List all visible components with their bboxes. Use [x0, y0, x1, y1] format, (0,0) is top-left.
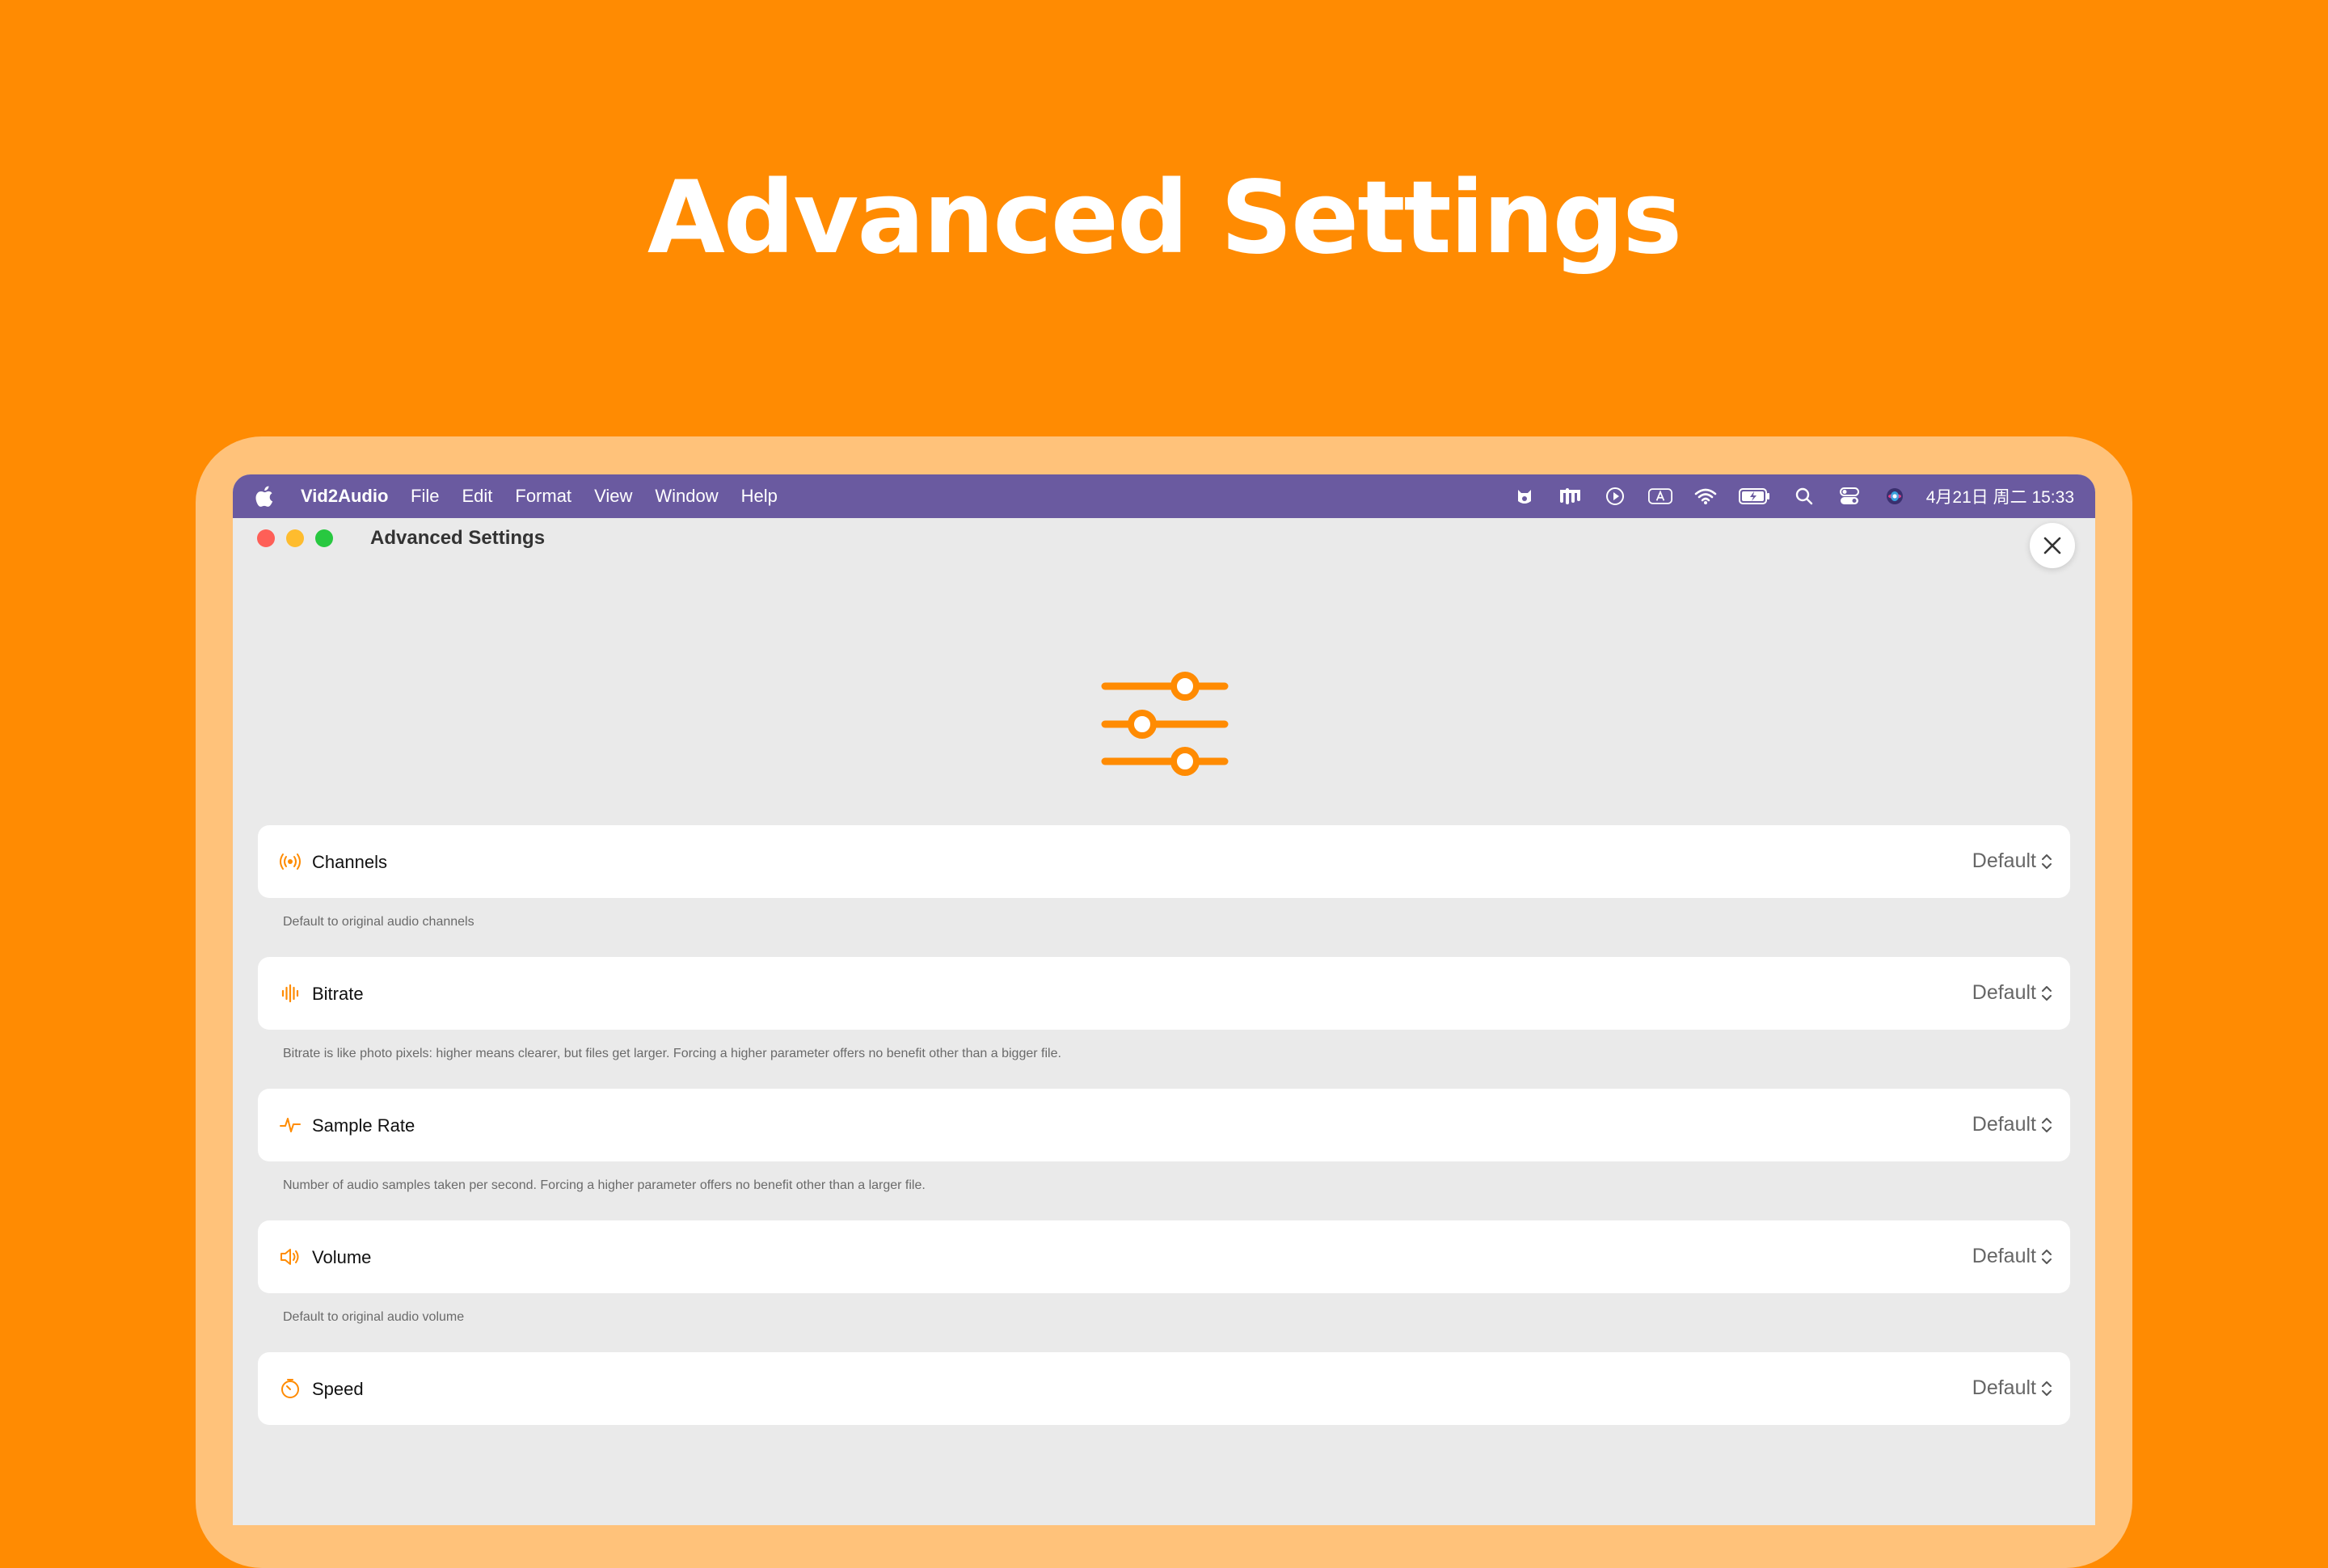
- setting-description: Number of audio samples taken per second…: [283, 1178, 926, 1192]
- setting-card-channels: Channels Default: [258, 825, 2070, 898]
- setting-card-speed: Speed Default: [258, 1352, 2070, 1425]
- window-minimize-button[interactable]: [286, 529, 304, 547]
- speaker-icon: [280, 1249, 299, 1265]
- waveform-icon: [281, 984, 299, 1003]
- menu-items: File Edit Format View Window Help: [411, 486, 800, 507]
- menu-window[interactable]: Window: [655, 486, 718, 507]
- timer-icon: [281, 1379, 299, 1398]
- input-source-icon[interactable]: [1647, 484, 1672, 508]
- select-value: Default: [1972, 849, 2036, 872]
- wifi-icon[interactable]: [1693, 484, 1718, 508]
- broadcast-icon: [280, 854, 301, 870]
- sample-rate-select[interactable]: Default: [1972, 1113, 2052, 1136]
- window-close-button[interactable]: [257, 529, 275, 547]
- close-icon: [2043, 537, 2061, 554]
- speed-select[interactable]: Default: [1972, 1376, 2052, 1400]
- pulse-icon: [280, 1118, 301, 1132]
- setting-card-sample-rate: Sample Rate Default: [258, 1089, 2070, 1161]
- chevron-updown-icon: [2042, 985, 2052, 1001]
- siri-icon[interactable]: [1883, 484, 1907, 508]
- screen: Vid2Audio File Edit Format View Window H…: [233, 474, 2095, 1525]
- setting-label: Sample Rate: [312, 1115, 415, 1136]
- chevron-updown-icon: [2042, 1380, 2052, 1396]
- close-button[interactable]: [2030, 523, 2075, 568]
- window-zoom-button[interactable]: [315, 529, 333, 547]
- menu-format[interactable]: Format: [515, 486, 571, 507]
- volume-select[interactable]: Default: [1972, 1245, 2052, 1268]
- bars-icon[interactable]: [1558, 484, 1582, 508]
- setting-description: Bitrate is like photo pixels: higher mea…: [283, 1047, 1061, 1060]
- chevron-updown-icon: [2042, 1249, 2052, 1264]
- cat-badge-icon[interactable]: [1512, 484, 1537, 508]
- setting-card-bitrate: Bitrate Default: [258, 957, 2070, 1030]
- select-value: Default: [1972, 1113, 2036, 1136]
- setting-card-volume: Volume Default: [258, 1220, 2070, 1293]
- menu-view[interactable]: View: [594, 486, 632, 507]
- select-value: Default: [1972, 981, 2036, 1004]
- setting-label: Channels: [312, 852, 387, 872]
- hero-title: Advanced Settings: [647, 160, 1682, 276]
- select-value: Default: [1972, 1376, 2036, 1399]
- apple-icon[interactable]: [255, 486, 275, 507]
- play-circle-icon[interactable]: [1603, 484, 1627, 508]
- setting-description: Default to original audio volume: [283, 1310, 465, 1324]
- window-title: Advanced Settings: [370, 527, 546, 549]
- sliders-icon: [1101, 672, 1229, 776]
- menu-app-name[interactable]: Vid2Audio: [301, 486, 388, 507]
- battery-icon[interactable]: [1738, 484, 1771, 508]
- chevron-updown-icon: [2042, 1117, 2052, 1132]
- status-area: 4月21日 周二 15:33: [1491, 474, 2074, 518]
- menu-file[interactable]: File: [411, 486, 439, 507]
- setting-description: Default to original audio channels: [283, 915, 474, 929]
- bitrate-select[interactable]: Default: [1972, 981, 2052, 1005]
- menu-clock[interactable]: 4月21日 周二 15:33: [1926, 484, 2074, 508]
- setting-label: Speed: [312, 1379, 364, 1399]
- select-value: Default: [1972, 1245, 2036, 1267]
- setting-label: Bitrate: [312, 984, 364, 1004]
- menu-help[interactable]: Help: [741, 486, 778, 507]
- control-center-icon[interactable]: [1837, 484, 1862, 508]
- spotlight-search-icon[interactable]: [1792, 484, 1816, 508]
- menu-bar: Vid2Audio File Edit Format View Window H…: [233, 474, 2095, 518]
- settings-window: Advanced Settings Channels Default Defau…: [233, 518, 2095, 1525]
- channels-select[interactable]: Default: [1972, 849, 2052, 873]
- menu-edit[interactable]: Edit: [462, 486, 492, 507]
- chevron-updown-icon: [2042, 854, 2052, 869]
- setting-label: Volume: [312, 1247, 372, 1267]
